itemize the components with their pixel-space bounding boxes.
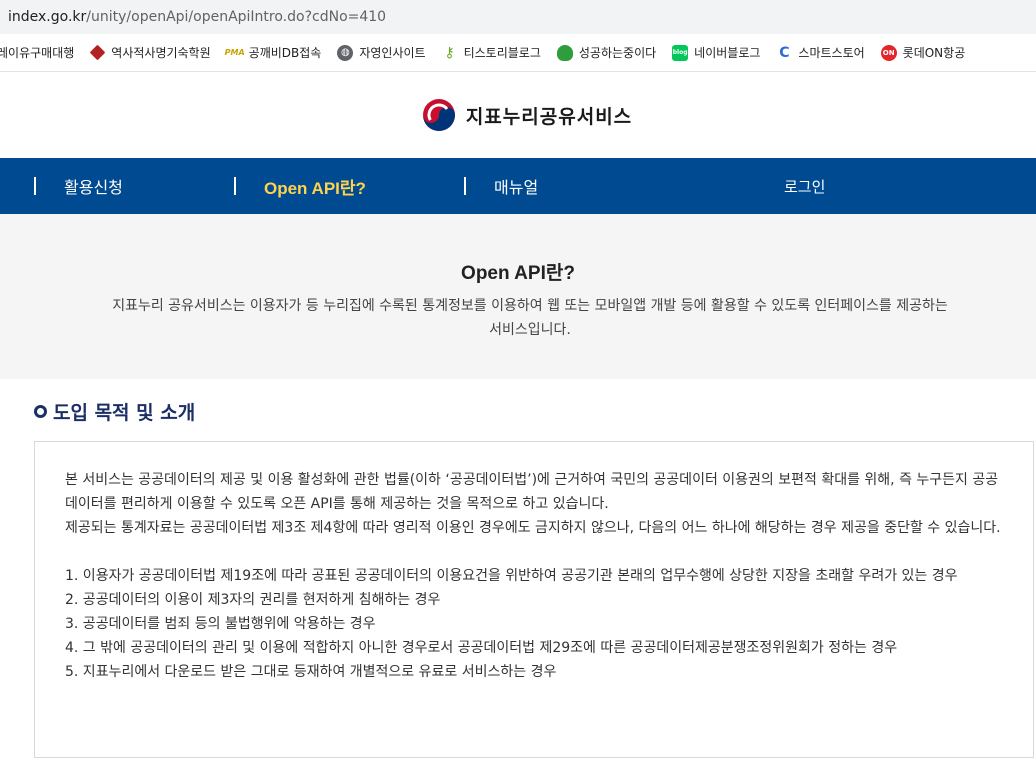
c-icon: C xyxy=(779,44,790,61)
nav-label: 활용신청 xyxy=(64,178,123,197)
cup-icon xyxy=(556,44,573,61)
content-body: 본 서비스는 공공데이터의 제공 및 이용 활성화에 관한 법률(이하 ‘공공데… xyxy=(65,468,1007,684)
nav-divider xyxy=(34,177,36,195)
globe-icon: ◍ xyxy=(337,44,354,61)
bookmark-item[interactable]: PMA 공깨비DB접속 xyxy=(224,44,322,61)
bookmark-label: 역사적사명기숙학원 xyxy=(111,46,211,60)
bookmark-item[interactable]: ◍ 자영인사이트 xyxy=(337,44,426,61)
list-item: 4. 그 밖에 공공데이터의 관리 및 이용에 적합하지 아니한 경우로서 공공… xyxy=(65,640,898,656)
paragraph: 본 서비스는 공공데이터의 제공 및 이용 활성화에 관한 법률(이하 ‘공공데… xyxy=(65,472,999,512)
bookmark-item[interactable]: C 스마트스토어 xyxy=(776,44,864,61)
content-box: 본 서비스는 공공데이터의 제공 및 이용 활성화에 관한 법률(이하 ‘공공데… xyxy=(34,441,1034,758)
bookmark-label: 자영인사이트 xyxy=(359,46,426,60)
bookmark-label: 레이유구매대행 xyxy=(0,46,75,60)
intro-description: 지표누리 공유서비스는 이용자가 등 누리집에 수록된 통계정보를 이용하여 웹… xyxy=(60,294,1000,342)
section-title-text: 도입 목적 및 소개 xyxy=(53,402,196,424)
browser-address-bar[interactable]: index.go.kr/unity/openApi/openApiIntro.d… xyxy=(0,0,1036,34)
site-header: 지표누리공유서비스 xyxy=(0,72,1036,158)
taegeuk-logo-icon xyxy=(422,99,455,131)
bookmark-item[interactable]: ON 롯데ON항공 xyxy=(880,44,966,61)
circle-bullet-icon xyxy=(34,405,47,418)
bookmark-item[interactable]: ⚷ 티스토리블로그 xyxy=(442,44,541,61)
nav-label: Open API란? xyxy=(264,178,366,198)
bookmark-item[interactable]: 성공하는중이다 xyxy=(556,44,657,61)
nav-divider xyxy=(234,177,236,195)
site-title: 지표누리공유서비스 xyxy=(465,105,633,128)
diamond-icon xyxy=(90,44,106,61)
intro-line: 서비스입니다. xyxy=(489,322,571,338)
blog-icon: blog xyxy=(672,44,689,61)
list-item: 1. 이용자가 공공데이터법 제19조에 따라 공표된 공공데이터의 이용요건을… xyxy=(65,568,958,584)
bookmark-label: 티스토리블로그 xyxy=(463,46,541,60)
key-icon: ⚷ xyxy=(444,44,455,61)
bookmark-label: 성공하는중이다 xyxy=(578,46,657,60)
url-text[interactable]: index.go.kr/unity/openApi/openApiIntro.d… xyxy=(0,9,386,25)
bookmark-label: 스마트스토어 xyxy=(798,46,865,60)
bookmark-item[interactable]: blog 네이버블로그 xyxy=(672,44,760,61)
nav-item-open-api[interactable]: Open API란? xyxy=(234,158,366,214)
main-nav: 활용신청 Open API란? 매뉴얼 로그인 xyxy=(0,158,1036,214)
nav-item-manual[interactable]: 매뉴얼 xyxy=(464,158,538,214)
section-heading: 도입 목적 및 소개 xyxy=(34,398,195,425)
intro-line: 지표누리 공유서비스는 이용자가 등 누리집에 수록된 통계정보를 이용하여 웹… xyxy=(112,298,948,314)
nav-item-apply[interactable]: 활용신청 xyxy=(34,158,123,214)
url-host: index.go.kr xyxy=(8,9,87,25)
bookmarks-bar: 레이유구매대행 역사적사명기숙학원 PMA 공깨비DB접속 ◍ 자영인사이트 ⚷… xyxy=(0,34,1036,72)
pma-icon: PMA xyxy=(224,48,245,57)
nav-divider xyxy=(464,177,466,195)
paragraph: 제공되는 통계자료는 공공데이터법 제3조 제4항에 따라 영리적 이용인 경우… xyxy=(65,520,1001,536)
bookmark-item[interactable]: 레이유구매대행 xyxy=(0,44,74,61)
on-icon: ON xyxy=(880,44,897,61)
intro-title: Open API란? xyxy=(461,263,575,284)
list-item: 5. 지표누리에서 다운로드 받은 그대로 등재하여 개별적으로 유료로 서비스… xyxy=(65,664,557,680)
site-logo[interactable]: 지표누리공유서비스 xyxy=(422,98,632,132)
bookmark-item[interactable]: 역사적사명기숙학원 xyxy=(90,44,211,61)
bookmark-label: 롯데ON항공 xyxy=(902,46,966,60)
list-item: 2. 공공데이터의 이용이 제3자의 권리를 현저하게 침해하는 경우 xyxy=(65,592,441,608)
bookmark-label: 네이버블로그 xyxy=(694,46,761,60)
list-item: 3. 공공데이터를 범죄 등의 불법행위에 악용하는 경우 xyxy=(65,616,376,632)
nav-label: 매뉴얼 xyxy=(494,178,539,197)
login-link[interactable]: 로그인 xyxy=(784,158,825,214)
bookmark-label: 공깨비DB접속 xyxy=(248,46,322,60)
url-path: /unity/openApi/openApiIntro.do?cdNo=410 xyxy=(86,9,387,25)
intro-section: Open API란? 지표누리 공유서비스는 이용자가 등 누리집에 수록된 통… xyxy=(0,214,1036,379)
